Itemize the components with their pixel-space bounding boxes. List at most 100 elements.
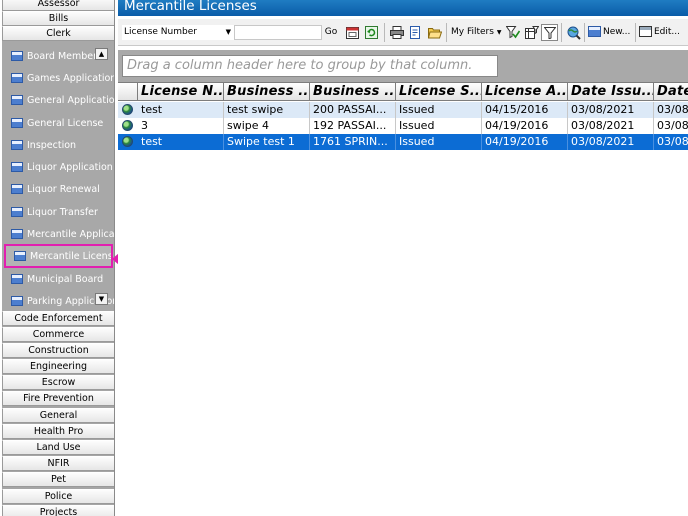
sidebar-item-liquor-application[interactable]: Liquor Application [2, 157, 114, 177]
column-header-business-name[interactable]: Business ... [224, 82, 310, 101]
table-cell: Issued [396, 102, 482, 118]
sidebar-item-liquor-transfer[interactable]: Liquor Transfer [2, 202, 114, 222]
export-icon[interactable] [407, 24, 424, 41]
sidebar-item-label: Liquor Application [27, 161, 113, 173]
sidebar-item-inspection[interactable]: Inspection [2, 135, 114, 155]
nav-button-bills[interactable]: Bills [2, 11, 114, 26]
table-cell: test swipe [224, 102, 310, 118]
column-header-license-number[interactable]: License N... [138, 82, 224, 101]
sidebar-item-label: Games Application [27, 72, 115, 84]
nav-button-clerk[interactable]: Clerk [2, 26, 114, 41]
module-icon [11, 51, 23, 61]
table-cell: 03/08 [657, 103, 688, 116]
column-header-date[interactable]: Date [654, 82, 688, 101]
table-cell: 192 PASSAI... [310, 118, 396, 134]
table-cell: test [138, 134, 224, 150]
table-cell: 03/08/2021 [568, 134, 654, 150]
nav-button-police[interactable]: Police [2, 489, 114, 504]
triangle-down-icon: ▼ [98, 295, 105, 303]
module-icon [11, 162, 23, 172]
chevron-down-icon: ▼ [496, 29, 502, 36]
table-row[interactable]: 3 swipe 4 192 PASSAI... Issued 04/19/201… [118, 118, 688, 134]
search-input[interactable] [234, 25, 322, 40]
sidebar-item-mercantile-licenses[interactable]: Mercantile Licenses [4, 244, 113, 268]
table-cell: 04/19/2016 [482, 134, 568, 150]
table-cell: 04/15/2016 [482, 102, 568, 118]
search-field-value: License Number [124, 27, 197, 37]
calendar-icon[interactable] [344, 24, 361, 41]
sidebar-item-general-license[interactable]: General License [2, 113, 114, 133]
print-icon[interactable] [388, 24, 405, 41]
edit-label: Edit... [654, 27, 681, 37]
filter-icon[interactable] [541, 24, 558, 41]
nav-button-nfir[interactable]: NFIR [2, 456, 114, 471]
toolbar-separator [446, 23, 447, 42]
filter-check-icon[interactable] [504, 24, 521, 41]
nav-button-health-pro[interactable]: Health Pro [2, 424, 114, 439]
table-cell: 04/19/2016 [482, 118, 568, 134]
globe-search-icon[interactable] [565, 24, 582, 41]
nav-button-fire-prevention[interactable]: Fire Prevention [2, 391, 114, 406]
sidebar-item-games-application[interactable]: Games Application [2, 68, 115, 88]
sidebar-item-general-application[interactable]: General Application [2, 90, 114, 110]
search-field-select[interactable]: License Number ▼ [122, 25, 234, 40]
nav-button-engineering[interactable]: Engineering [2, 359, 114, 374]
edit-record-icon [639, 26, 652, 37]
scroll-down-button[interactable]: ▼ [95, 293, 108, 305]
table-cell: 03/08/2021 [568, 118, 654, 134]
globe-icon [122, 120, 133, 131]
edit-button[interactable]: Edit... [639, 25, 680, 40]
group-by-panel[interactable]: Drag a column header here to group by th… [118, 50, 688, 82]
module-icon [11, 95, 23, 105]
group-by-hint: Drag a column header here to group by th… [122, 55, 498, 77]
table-cell: 03/08 [657, 135, 688, 148]
new-record-icon [588, 26, 601, 37]
go-button[interactable]: Go [323, 25, 339, 40]
table-row[interactable]: test test swipe 200 PASSAI... Issued 04/… [118, 102, 688, 118]
chevron-down-icon: ▼ [225, 28, 231, 36]
column-header-business-address[interactable]: Business ... [310, 82, 396, 101]
toolbar-separator [384, 23, 385, 42]
column-chooser-icon[interactable] [523, 24, 540, 41]
column-header-license-application[interactable]: License A... [482, 82, 568, 101]
module-icon [11, 140, 23, 150]
nav-button-pet[interactable]: Pet [2, 472, 114, 487]
nav-button-projects[interactable]: Projects [2, 505, 114, 516]
table-cell: 3 [138, 118, 224, 134]
table-cell: test [138, 102, 224, 118]
module-icon [11, 229, 23, 239]
module-icon [14, 251, 26, 261]
table-row-selected[interactable]: test Swipe test 1 1761 SPRIN... Issued 0… [118, 134, 688, 150]
module-icon [11, 73, 23, 83]
column-header-date-issued[interactable]: Date Issu... [568, 82, 654, 101]
module-icon [11, 118, 23, 128]
table-cell: 03/08 [657, 119, 688, 132]
table-cell: 200 PASSAI... [310, 102, 396, 118]
nav-button-commerce[interactable]: Commerce [2, 327, 114, 342]
scroll-up-button[interactable]: ▲ [95, 48, 108, 60]
table-cell: Issued [396, 118, 482, 134]
sidebar-item-label: Mercantile Licenses [30, 250, 112, 262]
new-button[interactable]: New... [588, 25, 630, 40]
nav-button-code-enforcement[interactable]: Code Enforcement [2, 311, 114, 326]
my-filters-label: My Filters [451, 27, 494, 37]
nav-button-construction[interactable]: Construction [2, 343, 114, 358]
nav-button-land-use[interactable]: Land Use [2, 440, 114, 455]
my-filters-button[interactable]: My Filters ▼ [451, 25, 501, 40]
sidebar-item-mercantile-application[interactable]: Mercantile Applica... [2, 224, 114, 244]
refresh-icon[interactable] [363, 24, 380, 41]
sidebar-item-label: Inspection [27, 139, 77, 151]
toolbar-separator [635, 23, 636, 42]
main-panel: Mercantile Licenses License Number ▼ Go … [118, 0, 688, 516]
table-cell: Swipe test 1 [224, 134, 310, 150]
sidebar-item-liquor-renewal[interactable]: Liquor Renewal [2, 179, 114, 199]
toolbar: License Number ▼ Go My Filters ▼ New... … [118, 19, 688, 46]
column-header-license-status[interactable]: License S... [396, 82, 482, 101]
sidebar-item-municipal-board[interactable]: Municipal Board [2, 269, 114, 289]
open-folder-icon[interactable] [426, 24, 443, 41]
nav-button-general[interactable]: General [2, 408, 114, 423]
sidebar-item-label: General License [27, 117, 104, 129]
table-cell: Issued [396, 134, 482, 150]
nav-button-assessor[interactable]: Assessor [2, 0, 114, 11]
nav-button-escrow[interactable]: Escrow [2, 375, 114, 390]
